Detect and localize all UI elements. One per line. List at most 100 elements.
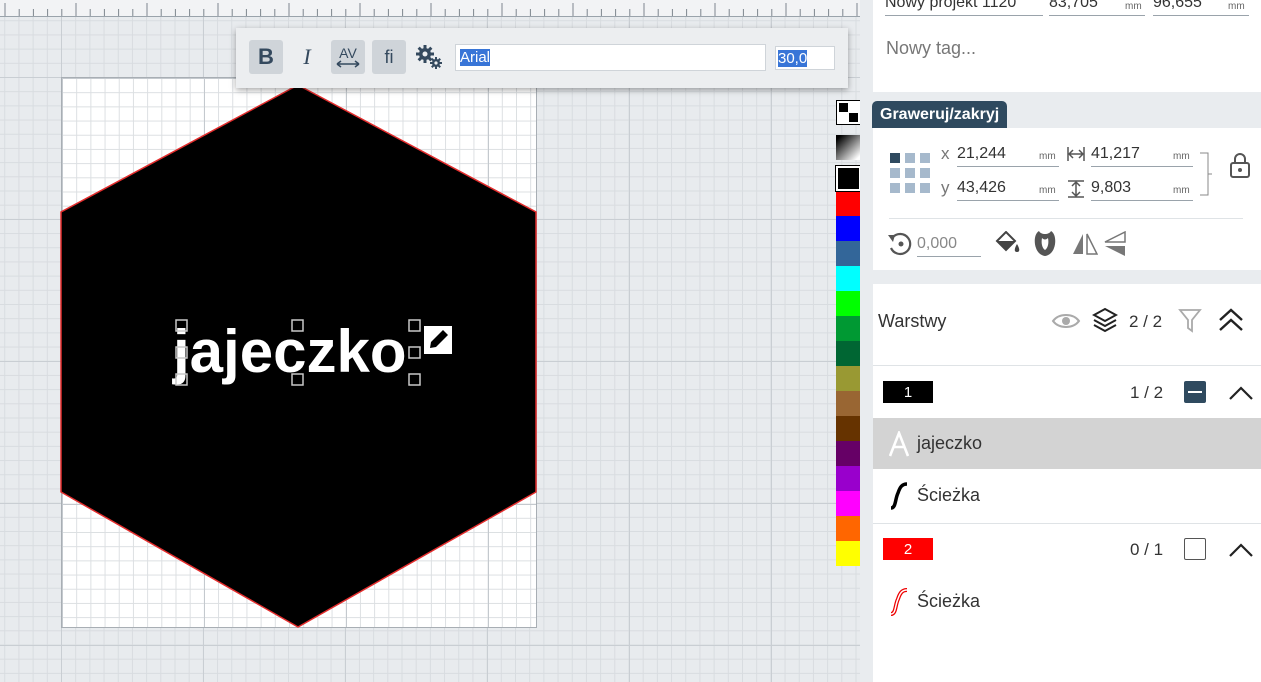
palette-color-swatch[interactable] — [836, 316, 860, 341]
properties-panel: Nowy projekt 1120 83,705 mm 96,655 mm No… — [872, 0, 1261, 682]
flip-horizontal-icon[interactable] — [1072, 232, 1098, 256]
palette-color-swatch[interactable] — [836, 191, 860, 216]
path-object-icon — [890, 588, 908, 616]
anchor-grid-icon[interactable] — [890, 153, 932, 195]
palette-color-swatch[interactable] — [836, 416, 860, 441]
outline-shape-icon[interactable] — [1032, 229, 1058, 257]
text-object-icon — [889, 431, 909, 457]
layer-item[interactable]: Ścieżka — [873, 470, 1261, 521]
new-tag-input[interactable]: Nowy tag... — [886, 38, 976, 59]
italic-button[interactable]: I — [290, 40, 324, 74]
width-value: 41,217 — [1091, 145, 1140, 162]
edit-text-icon[interactable] — [424, 326, 452, 354]
palette-gradient-swatch[interactable] — [836, 135, 860, 160]
width-unit: mm — [1173, 151, 1190, 162]
y-unit: mm — [1039, 185, 1056, 196]
divider — [873, 365, 1261, 366]
palette-color-list — [836, 191, 860, 566]
project-height-unit: mm — [1228, 1, 1245, 12]
lock-icon[interactable] — [1229, 152, 1251, 178]
palette-color-swatch[interactable] — [836, 441, 860, 466]
canvas-text-object[interactable]: jajeczko — [172, 318, 406, 385]
palette-color-swatch[interactable] — [836, 366, 860, 391]
layer-2-count: 0 / 1 — [1130, 540, 1164, 559]
kerning-button[interactable]: AV — [331, 40, 365, 74]
project-name-field[interactable]: Nowy projekt 1120 — [885, 0, 1043, 16]
layers-stack-icon[interactable] — [1092, 307, 1118, 335]
gears-icon — [416, 45, 442, 69]
project-card: Nowy projekt 1120 83,705 mm 96,655 mm No… — [873, 0, 1261, 92]
height-icon — [1068, 180, 1084, 198]
palette-color-swatch[interactable] — [836, 491, 860, 516]
layer-1-partial-checkbox[interactable] — [1184, 381, 1206, 403]
project-name: Nowy projekt 1120 — [885, 0, 1017, 11]
color-palette — [835, 100, 860, 566]
y-position-value: 43,426 — [957, 179, 1006, 196]
palette-color-swatch[interactable] — [836, 541, 860, 566]
operation-mode-tab[interactable]: Graweruj/zakryj — [872, 101, 1008, 128]
chevron-up-icon[interactable] — [1228, 542, 1254, 558]
aspect-bracket — [1200, 152, 1212, 196]
layers-count: 2 / 2 — [1129, 312, 1163, 331]
palette-color-swatch[interactable] — [836, 516, 860, 541]
divider — [873, 523, 1261, 524]
kerning-label: AV — [339, 44, 357, 61]
hexagon-shape[interactable]: jajeczko — [0, 0, 860, 682]
layer-item-label: Ścieżka — [917, 591, 981, 611]
palette-color-swatch[interactable] — [836, 241, 860, 266]
font-family-value: Arial — [460, 49, 491, 66]
font-family-input[interactable]: Arial — [455, 44, 766, 71]
layer-item[interactable]: Ścieżka — [873, 576, 1261, 627]
y-label: y — [941, 178, 950, 197]
new-tag-placeholder: Nowy tag... — [886, 38, 977, 58]
palette-color-swatch[interactable] — [836, 266, 860, 291]
rotate-icon — [888, 232, 912, 256]
palette-pattern-swatch[interactable] — [836, 100, 860, 125]
layer-2-number: 2 — [903, 540, 913, 558]
x-label: x — [941, 144, 950, 163]
rotation-field[interactable]: 0,000 — [917, 232, 981, 257]
layer-item-label: Ścieżka — [917, 485, 981, 505]
text-toolbar: B I AV fi Arial 30,0 — [236, 28, 848, 88]
bold-button[interactable]: B — [249, 40, 283, 74]
layers-card: Warstwy 2 / 2 1 1 / 2 jajeczko Ścieżka 2… — [873, 284, 1261, 682]
divider — [889, 218, 1243, 219]
flip-vertical-icon[interactable] — [1103, 231, 1127, 257]
palette-color-swatch[interactable] — [836, 216, 860, 241]
layer-2-color-chip[interactable]: 2 — [883, 538, 933, 560]
layer-2-checkbox[interactable] — [1184, 538, 1206, 560]
x-unit: mm — [1039, 151, 1056, 162]
ligature-button[interactable]: fi — [372, 40, 406, 74]
eye-icon[interactable] — [1051, 311, 1081, 331]
chevron-up-icon[interactable] — [1228, 385, 1254, 401]
layer-1-number: 1 — [903, 383, 913, 401]
height-value: 9,803 — [1091, 179, 1132, 196]
rotation-value: 0,000 — [917, 235, 958, 252]
height-unit: mm — [1173, 185, 1190, 196]
project-width-unit: mm — [1125, 1, 1142, 12]
kerning-arrow-icon — [336, 59, 360, 68]
fill-bucket-icon[interactable] — [993, 231, 1021, 257]
layers-title: Warstwy — [878, 311, 947, 331]
palette-color-swatch[interactable] — [836, 341, 860, 366]
ligature-label: fi — [384, 46, 394, 67]
layer-item-label: jajeczko — [917, 433, 983, 453]
collapse-all-icon[interactable] — [1217, 307, 1245, 333]
layer-item-selected[interactable]: jajeczko — [873, 418, 1261, 469]
text-settings-button[interactable] — [413, 40, 447, 74]
x-position-value: 21,244 — [957, 145, 1006, 162]
layer-1-color-chip[interactable]: 1 — [883, 381, 933, 403]
project-height: 96,655 — [1153, 0, 1202, 11]
palette-black-swatch[interactable] — [835, 165, 860, 192]
filter-icon[interactable] — [1178, 308, 1202, 334]
font-size-value: 30,0 — [778, 49, 808, 67]
project-width: 83,705 — [1049, 0, 1098, 11]
minus-icon — [1188, 391, 1202, 393]
operation-mode-label: Graweruj/zakryj — [880, 105, 1000, 123]
palette-color-swatch[interactable] — [836, 466, 860, 491]
palette-color-swatch[interactable] — [836, 391, 860, 416]
design-canvas[interactable]: jajeczko B I AV fi Arial 30,0 — [0, 0, 860, 682]
font-size-input[interactable]: 30,0 — [775, 46, 835, 70]
palette-color-swatch[interactable] — [836, 291, 860, 316]
path-object-icon — [890, 482, 908, 510]
